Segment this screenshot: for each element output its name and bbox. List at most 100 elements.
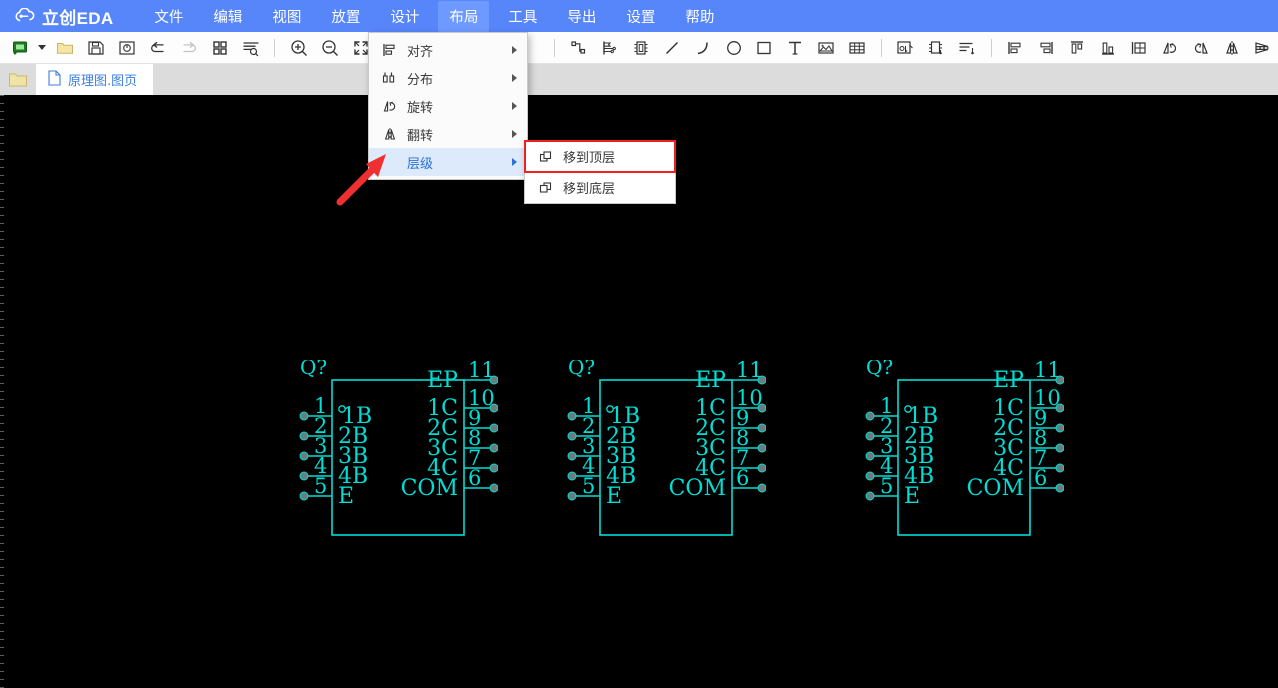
align-top-icon[interactable]	[1064, 35, 1089, 61]
svg-text:COM: COM	[669, 476, 726, 501]
submenu-item-bring-to-front[interactable]: 移到顶层	[525, 141, 675, 172]
image-icon[interactable]	[814, 35, 839, 61]
svg-text:E: E	[606, 484, 622, 509]
align-bottom-icon[interactable]	[1095, 35, 1120, 61]
grid-layout-icon[interactable]	[207, 35, 232, 61]
align-left-icon[interactable]	[1002, 35, 1027, 61]
svg-text:5: 5	[582, 474, 595, 498]
new-document-icon[interactable]	[9, 35, 34, 61]
svg-text:11: 11	[468, 360, 495, 382]
toolbar-separator	[274, 38, 276, 57]
rotate-ccw-icon[interactable]	[1157, 35, 1182, 61]
menu-bar: 立创EDA 文件 编辑 视图 放置 设计 布局 工具 导出 设置 帮助	[0, 0, 1278, 32]
flip-vertical-icon[interactable]	[1250, 35, 1275, 61]
menu-item-label: 旋转	[407, 100, 434, 116]
vertical-ruler	[0, 95, 4, 688]
chevron-right-icon	[512, 130, 517, 138]
sort-icon[interactable]	[955, 35, 980, 61]
distribute-grid-icon[interactable]	[1126, 35, 1151, 61]
submenu-item-send-to-back[interactable]: 移到底层	[525, 172, 675, 203]
menu-item-label: 分布	[407, 72, 434, 88]
dropdown-caret-icon[interactable]	[37, 45, 46, 50]
svg-text:11: 11	[736, 360, 763, 382]
circle-icon[interactable]	[721, 35, 746, 61]
redo-icon	[176, 35, 201, 61]
menu-view[interactable]: 视图	[261, 1, 312, 32]
component-q3[interactable]: Q? 1 1B 2 2B 3 3B 4 4B 5 E 11 EP 10 1C 9 2C 8 3C 7 4C 6 COM	[864, 355, 1065, 555]
submenu-item-label: 移到底层	[563, 182, 616, 197]
netlist-icon[interactable]	[924, 35, 949, 61]
chevron-right-icon	[512, 158, 517, 166]
svg-text:6: 6	[468, 466, 481, 490]
svg-text:Q?: Q?	[300, 360, 327, 379]
rectangle-icon[interactable]	[752, 35, 777, 61]
distribute-icon	[379, 69, 401, 87]
menu-item-distribute[interactable]: 分布	[369, 64, 527, 92]
menu-item-layer[interactable]: 层级	[369, 148, 527, 176]
menu-item-align[interactable]: 对齐	[369, 36, 527, 64]
flip-horizontal-icon[interactable]	[1219, 35, 1244, 61]
menu-item-flip[interactable]: 翻转	[369, 120, 527, 148]
table-icon[interactable]	[845, 35, 870, 61]
main-toolbar	[0, 32, 1278, 64]
svg-text:EP: EP	[695, 368, 726, 393]
toolbar-separator	[880, 38, 882, 57]
menu-place[interactable]: 放置	[320, 1, 371, 32]
menu-settings[interactable]: 设置	[615, 1, 666, 32]
menu-edit[interactable]: 编辑	[202, 1, 253, 32]
svg-text:E: E	[338, 484, 354, 509]
document-icon	[48, 69, 61, 90]
svg-text:E: E	[904, 484, 920, 509]
component-q2[interactable]: Q? 1 1B 2 2B 3 3B 4 4B 5 E 11 EP 10 1C 9 2C 8 3C 7 4C 6 COM	[566, 355, 767, 555]
svg-text:5: 5	[314, 474, 327, 498]
layer-icon	[379, 153, 401, 171]
layer-submenu: 移到顶层 移到底层	[524, 140, 676, 204]
zoom-in-icon[interactable]	[286, 35, 311, 61]
list-search-icon[interactable]	[238, 35, 263, 61]
annotate-icon[interactable]	[893, 35, 918, 61]
menu-item-rotate[interactable]: 旋转	[369, 92, 527, 120]
line-icon[interactable]	[659, 35, 684, 61]
chip-icon[interactable]	[628, 35, 653, 61]
layout-dropdown-menu: 对齐 分布 旋转 翻转 层级	[368, 32, 528, 180]
menu-file[interactable]: 文件	[143, 1, 194, 32]
svg-text:5: 5	[880, 474, 893, 498]
align-right-icon[interactable]	[1033, 35, 1058, 61]
app-brand-label: 立创EDA	[42, 8, 114, 28]
chevron-right-icon	[512, 102, 517, 110]
menu-item-label: 翻转	[407, 128, 434, 144]
folder-icon[interactable]	[0, 64, 36, 95]
component-q1[interactable]: Q? 1 1B 2 2B 3 3B 4 4B 5 E 11 EP 10 1C 9 2C 8 3C 7 4C 6 COM	[298, 355, 499, 555]
save-icon[interactable]	[84, 35, 109, 61]
svg-text:Q?: Q?	[866, 360, 893, 379]
svg-text:6: 6	[736, 466, 749, 490]
flip-icon	[379, 125, 401, 143]
svg-text:11: 11	[1034, 360, 1061, 382]
tab-bar: 原理图.图页	[0, 64, 1278, 95]
toolbar-separator	[554, 38, 556, 57]
tab-schematic[interactable]: 原理图.图页	[36, 64, 154, 95]
menu-tools[interactable]: 工具	[497, 1, 548, 32]
app-logo[interactable]: 立创EDA	[0, 4, 139, 29]
save-as-icon[interactable]	[115, 35, 140, 61]
menu-design[interactable]: 设计	[379, 1, 430, 32]
menu-help[interactable]: 帮助	[674, 1, 725, 32]
rotate-cw-icon[interactable]	[1188, 35, 1213, 61]
open-folder-icon[interactable]	[53, 35, 78, 61]
submenu-item-label: 移到顶层	[563, 151, 616, 166]
undo-icon[interactable]	[146, 35, 171, 61]
rotate-icon	[379, 97, 401, 115]
bring-to-front-icon	[535, 148, 557, 166]
cloud-icon	[14, 7, 36, 24]
align-icon	[379, 41, 401, 59]
zoom-out-icon[interactable]	[317, 35, 342, 61]
svg-text:EP: EP	[427, 368, 458, 393]
menu-layout[interactable]: 布局	[438, 0, 490, 32]
arc-icon[interactable]	[690, 35, 715, 61]
wire-icon[interactable]	[566, 35, 591, 61]
svg-text:Q?: Q?	[568, 360, 595, 379]
text-icon[interactable]	[783, 35, 808, 61]
net-label-icon[interactable]	[597, 35, 622, 61]
send-to-back-icon	[535, 179, 557, 197]
menu-export[interactable]: 导出	[556, 1, 607, 32]
